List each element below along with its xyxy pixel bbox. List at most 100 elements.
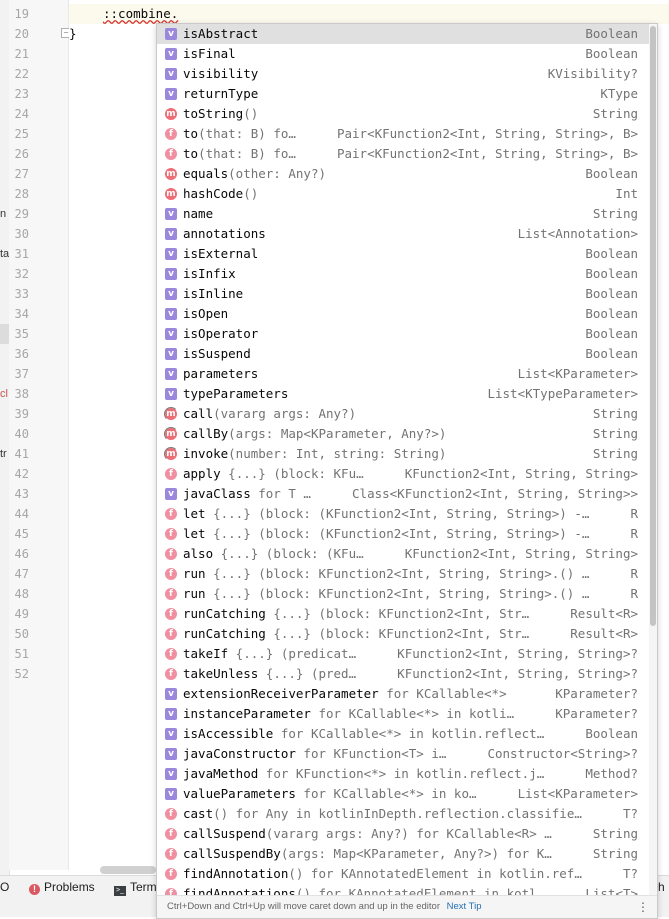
- completion-item[interactable]: f cast() for Any in kotlinInDepth.reflect…: [157, 804, 649, 824]
- item-name: call: [183, 406, 214, 421]
- completion-item-type: Boolean: [585, 326, 638, 341]
- item-signature: {...} (block: KFunction2<Int, String, St…: [205, 566, 590, 581]
- completion-item[interactable]: v isExternal Boolean: [157, 244, 649, 264]
- completion-item[interactable]: v extensionReceiverParameter for KCallabl…: [157, 684, 649, 704]
- completion-item[interactable]: f run {...} (block: KFunction2<Int, Strin…: [157, 584, 649, 604]
- completion-item[interactable]: f callSuspendBy(args: Map<KParameter, Any…: [157, 844, 649, 864]
- function-icon: f: [165, 808, 177, 820]
- function-icon: f: [165, 868, 177, 880]
- item-name: invoke: [183, 446, 229, 461]
- completion-item[interactable]: v valueParameters for KCallable<*> in ko……: [157, 784, 649, 804]
- item-name: runCatching: [183, 606, 266, 621]
- item-signature: (vararg args: Any?): [213, 406, 357, 421]
- completion-item[interactable]: m callBy(args: Map<KParameter, Any?>) Stri…: [157, 424, 649, 444]
- item-signature: for T …: [250, 486, 311, 501]
- completion-item[interactable]: f runCatching {...} (block: KFunction2<In…: [157, 604, 649, 624]
- completion-item-label: isAbstract: [183, 24, 258, 44]
- completion-item[interactable]: v returnType KType: [157, 84, 649, 104]
- completion-item[interactable]: v parameters List<KParameter>: [157, 364, 649, 384]
- function-icon: f: [165, 128, 177, 140]
- completion-item[interactable]: f let {...} (block: (KFunction2<Int, Stri…: [157, 524, 649, 544]
- completion-item[interactable]: m invoke(number: Int, string: String) Stri…: [157, 444, 649, 464]
- item-signature: {...} (pred…: [258, 666, 357, 681]
- more-options-icon[interactable]: ⋮: [637, 896, 649, 918]
- completion-item-label: toString(): [183, 104, 258, 124]
- completion-item[interactable]: v isOperator Boolean: [157, 324, 649, 344]
- line-number: 34: [14, 307, 29, 321]
- completion-item[interactable]: f takeUnless {...} (pred… KFunction2<Int, …: [157, 664, 649, 684]
- completion-item-label: javaClass for T …: [183, 484, 311, 504]
- completion-item[interactable]: v annotations List<Annotation>: [157, 224, 649, 244]
- function-icon: f: [165, 588, 177, 600]
- completion-item-label: javaConstructor for KFunction<T> i…: [183, 744, 446, 764]
- completion-item[interactable]: f runCatching {...} (block: KFunction2<In…: [157, 624, 649, 644]
- completion-item-type: Result<R>: [570, 626, 638, 641]
- line-number: 33: [14, 287, 29, 301]
- problems-tab[interactable]: ! Problems: [29, 880, 95, 895]
- completion-item-type: KFunction2<Int, String, String>?: [397, 666, 638, 681]
- item-signature: (args: Map<KParameter, Any?>) for K…: [280, 846, 552, 861]
- completion-item[interactable]: v instanceParameter for KCallable<*> in k…: [157, 704, 649, 724]
- strip-fragment: n: [0, 208, 7, 220]
- completion-item-type: KVisibility?: [547, 66, 638, 81]
- completion-scrollbar[interactable]: [649, 24, 657, 895]
- completion-item[interactable]: v visibility KVisibility?: [157, 64, 649, 84]
- editor-horizontal-scrollbar[interactable]: [100, 866, 156, 874]
- completion-list[interactable]: v isAbstract Boolean v isFinal Boolean v visibi…: [157, 24, 649, 895]
- completion-item[interactable]: f run {...} (block: KFunction2<Int, Strin…: [157, 564, 649, 584]
- item-name: callBy: [183, 426, 229, 441]
- item-name: run: [183, 566, 206, 581]
- completion-item[interactable]: m toString() String: [157, 104, 649, 124]
- function-icon: f: [165, 628, 177, 640]
- item-signature: () for KAnnotatedElement in kotlin.ref…: [288, 866, 582, 881]
- completion-item[interactable]: v isInfix Boolean: [157, 264, 649, 284]
- line-number: 45: [14, 527, 29, 541]
- completion-item[interactable]: v javaClass for T … Class<KFunction2<Int, …: [157, 484, 649, 504]
- completion-item[interactable]: v typeParameters List<KTypeParameter>: [157, 384, 649, 404]
- completion-item[interactable]: f to(that: B) fo… Pair<KFunction2<Int, Str…: [157, 144, 649, 164]
- code-line-20[interactable]: }: [69, 24, 77, 44]
- completion-item-label: isOperator: [183, 324, 258, 344]
- completion-item[interactable]: f to(that: B) fo… Pair<KFunction2<Int, Str…: [157, 124, 649, 144]
- item-name: callSuspendBy: [183, 846, 281, 861]
- completion-item-type: Pair<KFunction2<Int, String, String>, B>: [336, 126, 638, 141]
- completion-item[interactable]: f let {...} (block: (KFunction2<Int, Stri…: [157, 504, 649, 524]
- completion-item[interactable]: f takeIf {...} (predicat… KFunction2<Int, …: [157, 644, 649, 664]
- completion-item[interactable]: v isOpen Boolean: [157, 304, 649, 324]
- scrollbar-thumb[interactable]: [650, 26, 656, 626]
- completion-item[interactable]: f callSuspend(vararg args: Any?) for KCal…: [157, 824, 649, 844]
- problems-label: Problems: [44, 880, 95, 894]
- completion-item[interactable]: v isInline Boolean: [157, 284, 649, 304]
- item-name: findAnnotations: [183, 886, 296, 895]
- completion-item[interactable]: v javaConstructor for KFunction<T> i… Cons…: [157, 744, 649, 764]
- completion-item[interactable]: f also {...} (block: (KFu… KFunction2<Int,…: [157, 544, 649, 564]
- tip-text: Ctrl+Down and Ctrl+Up will move caret do…: [167, 901, 440, 912]
- completion-item-label: apply {...} (block: KFu…: [183, 464, 364, 484]
- completion-popup[interactable]: v isAbstract Boolean v isFinal Boolean v visibi…: [156, 23, 658, 919]
- completion-item[interactable]: m equals(other: Any?) Boolean: [157, 164, 649, 184]
- item-name: to: [183, 126, 199, 141]
- item-signature: {...} (block: KFu…: [220, 466, 364, 481]
- next-tip-link[interactable]: Next Tip: [447, 901, 482, 912]
- property-icon: v: [165, 268, 177, 280]
- completion-item[interactable]: f apply {...} (block: KFu… KFunction2<Int,…: [157, 464, 649, 484]
- completion-item[interactable]: v isSuspend Boolean: [157, 344, 649, 364]
- code-line-19[interactable]: ::combine.: [103, 4, 178, 24]
- completion-item[interactable]: m hashCode() Int: [157, 184, 649, 204]
- completion-item[interactable]: m call(vararg args: Any?) String: [157, 404, 649, 424]
- terminal-tab[interactable]: >_ Term: [114, 880, 157, 896]
- completion-item[interactable]: v isAccessible for KCallable<*> in kotlin…: [157, 724, 649, 744]
- completion-item[interactable]: v isFinal Boolean: [157, 44, 649, 64]
- completion-item[interactable]: v name String: [157, 204, 649, 224]
- completion-item[interactable]: f findAnnotation() for KAnnotatedElement …: [157, 864, 649, 884]
- completion-item-type: Boolean: [585, 166, 638, 181]
- completion-item[interactable]: f findAnnotations() for KAnnotatedElement…: [157, 884, 649, 895]
- completion-item[interactable]: v isAbstract Boolean: [157, 24, 649, 44]
- completion-item[interactable]: v javaMethod for KFunction<*> in kotlin.r…: [157, 764, 649, 784]
- completion-item-label: callSuspendBy(args: Map<KParameter, Any?…: [183, 844, 552, 864]
- tool-window-o[interactable]: O: [0, 880, 9, 894]
- completion-item-label: name: [183, 204, 213, 224]
- completion-item-label: isInfix: [183, 264, 236, 284]
- completion-item-type: Pair<KFunction2<Int, String, String>, B>: [336, 146, 638, 161]
- item-name: visibility: [183, 66, 259, 81]
